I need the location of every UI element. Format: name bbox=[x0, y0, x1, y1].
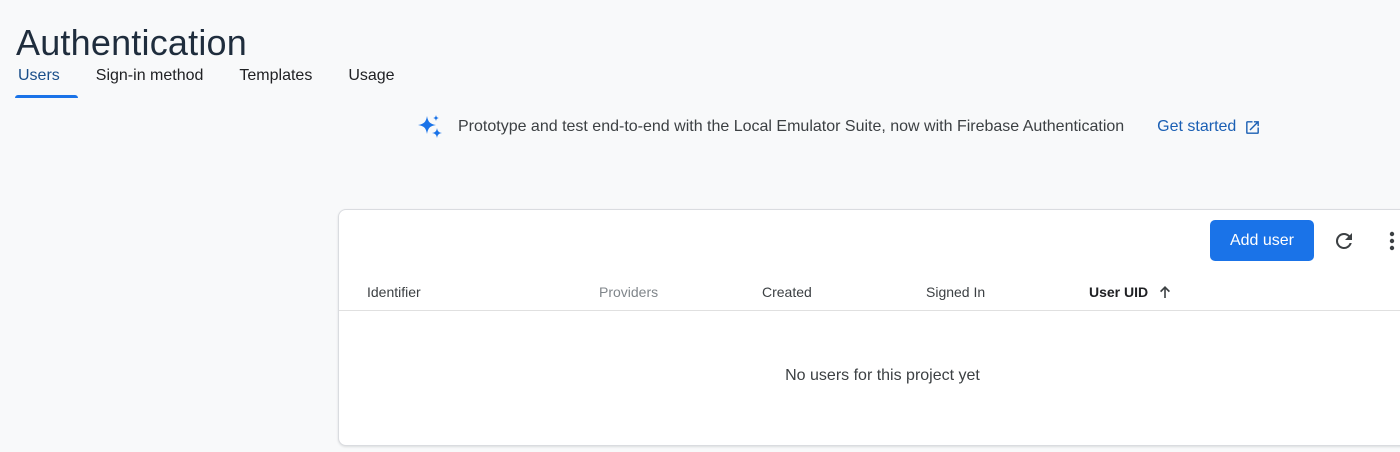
column-label: Signed In bbox=[926, 284, 986, 300]
users-table-card: Add user Identifier Providers Created Si… bbox=[338, 209, 1400, 446]
open-in-new-icon bbox=[1246, 120, 1260, 134]
tab-sign-in-method[interactable]: Sign-in method bbox=[78, 56, 222, 98]
tab-templates[interactable]: Templates bbox=[221, 56, 330, 98]
authentication-page: Authentication Users Sign-in method Temp… bbox=[0, 0, 1400, 452]
column-signed-in[interactable]: Signed In bbox=[926, 284, 985, 300]
tab-usage[interactable]: Usage bbox=[330, 56, 412, 98]
get-started-label: Get started bbox=[1157, 118, 1237, 135]
add-user-button[interactable]: Add user bbox=[1210, 220, 1314, 261]
emulator-banner: Prototype and test end-to-end with the L… bbox=[416, 112, 1261, 142]
tab-users[interactable]: Users bbox=[0, 56, 78, 98]
empty-state-message: No users for this project yet bbox=[785, 367, 980, 384]
column-providers: Providers bbox=[599, 284, 658, 300]
column-created[interactable]: Created bbox=[762, 284, 812, 300]
column-label: Created bbox=[762, 284, 812, 300]
sort-arrow-up-icon bbox=[1160, 286, 1171, 298]
column-identifier[interactable]: Identifier bbox=[367, 284, 421, 300]
column-label: Providers bbox=[599, 284, 659, 300]
more-vert-icon[interactable] bbox=[1384, 229, 1400, 253]
get-started-link[interactable]: Get started bbox=[1157, 118, 1261, 136]
banner-text: Prototype and test end-to-end with the L… bbox=[458, 118, 1125, 135]
column-label: Identifier bbox=[367, 284, 421, 300]
table-header: Identifier Providers Created Signed In U… bbox=[339, 280, 1400, 311]
column-user-uid[interactable]: User UID bbox=[1089, 284, 1172, 300]
sparkle-icon bbox=[418, 115, 442, 138]
column-label: User UID bbox=[1089, 284, 1149, 300]
refresh-icon[interactable] bbox=[1332, 229, 1356, 253]
tab-bar: Users Sign-in method Templates Usage bbox=[0, 56, 413, 98]
